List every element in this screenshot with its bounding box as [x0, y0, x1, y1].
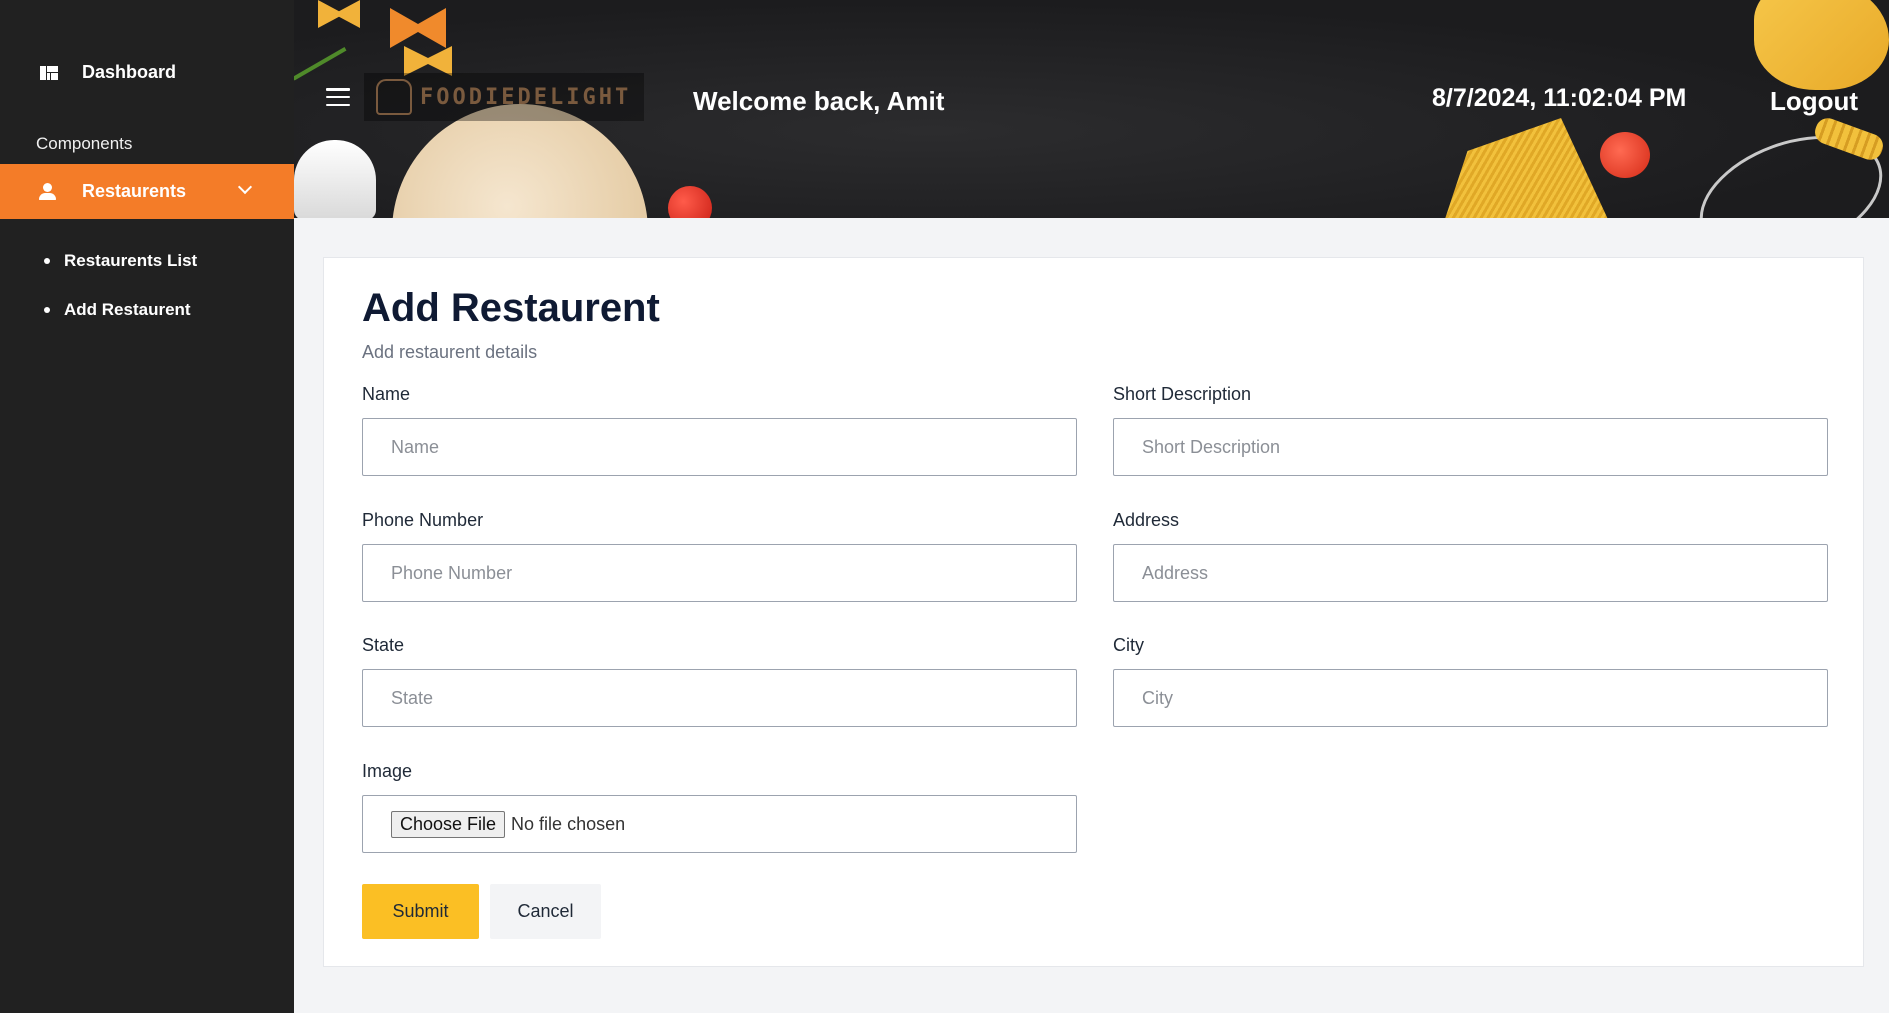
- phone-field-group: Phone Number: [362, 510, 1077, 602]
- bullet-icon: [44, 257, 50, 264]
- logout-button[interactable]: Logout: [1770, 86, 1858, 117]
- sidebar-item-label: Dashboard: [82, 62, 177, 82]
- brand-logo: FOODIEDELIGHT: [364, 73, 644, 121]
- welcome-message: Welcome back, Amit: [693, 86, 945, 116]
- page-subtitle: Add restaurent details: [362, 342, 538, 362]
- pasta-image: [318, 0, 360, 28]
- sidebar-submenu: Restaurents List Add Restaurent: [44, 236, 197, 334]
- spaghetti-image: [1442, 118, 1612, 218]
- phone-input[interactable]: [362, 544, 1077, 602]
- add-restaurant-card: Add Restaurent Add restaurent details Na…: [323, 257, 1864, 967]
- name-input[interactable]: [362, 418, 1077, 476]
- user-icon: [38, 182, 58, 202]
- name-label: Name: [362, 384, 411, 404]
- sidebar-item-dashboard[interactable]: Dashboard: [40, 62, 176, 83]
- sidebar-item-restaurants-list[interactable]: Restaurents List: [44, 236, 197, 285]
- cancel-button[interactable]: Cancel: [490, 884, 601, 939]
- milk-bowl-image: [294, 140, 376, 218]
- image-file-input: Choose File No file chosen: [362, 795, 1077, 853]
- file-status: No file chosen: [511, 813, 626, 834]
- bullet-icon: [44, 306, 50, 313]
- tomato-image: [668, 186, 712, 218]
- dough-image: [392, 104, 648, 218]
- phone-label: Phone Number: [362, 510, 484, 530]
- chef-hat-icon: [376, 79, 412, 115]
- submit-button[interactable]: Submit: [362, 884, 479, 939]
- state-label: State: [362, 635, 405, 655]
- header-banner: FOODIEDELIGHT Welcome back, Amit 8/7/202…: [294, 0, 1889, 218]
- city-input[interactable]: [1113, 669, 1828, 727]
- short-description-field-group: Short Description: [1113, 384, 1828, 476]
- image-label: Image: [362, 761, 413, 781]
- pasta-image: [1754, 0, 1889, 90]
- pasta-image: [404, 46, 452, 76]
- address-field-group: Address: [1113, 510, 1828, 602]
- dashboard-icon: [40, 65, 58, 80]
- state-field-group: State: [362, 635, 1077, 727]
- short-description-label: Short Description: [1113, 384, 1252, 404]
- short-description-input[interactable]: [1113, 418, 1828, 476]
- sidebar-item-label: Restaurents: [82, 181, 187, 201]
- city-field-group: City: [1113, 635, 1828, 727]
- current-datetime: 8/7/2024, 11:02:04 PM: [1432, 84, 1687, 112]
- state-input[interactable]: [362, 669, 1077, 727]
- sidebar-subitem-label: Restaurents List: [64, 250, 198, 270]
- menu-toggle-icon[interactable]: [326, 88, 350, 106]
- sidebar-item-add-restaurant[interactable]: Add Restaurent: [44, 285, 197, 334]
- choose-file-button[interactable]: Choose File: [391, 810, 506, 838]
- tomato-image: [1600, 132, 1650, 178]
- image-field-group: Image Choose File No file chosen: [362, 761, 1077, 853]
- sidebar-subitem-label: Add Restaurent: [64, 299, 191, 319]
- brand-name: FOODIEDELIGHT: [420, 84, 632, 110]
- chevron-down-icon: [237, 179, 253, 195]
- address-input[interactable]: [1113, 544, 1828, 602]
- pasta-image: [390, 8, 446, 48]
- name-field-group: Name: [362, 384, 1077, 476]
- sidebar: Dashboard Components Restaurents Restaur…: [0, 0, 294, 1013]
- sidebar-section-heading: Components: [36, 134, 133, 153]
- address-label: Address: [1113, 510, 1180, 530]
- city-label: City: [1113, 635, 1144, 655]
- page-title: Add Restaurent: [362, 286, 660, 330]
- sidebar-item-restaurants[interactable]: Restaurents: [0, 164, 294, 219]
